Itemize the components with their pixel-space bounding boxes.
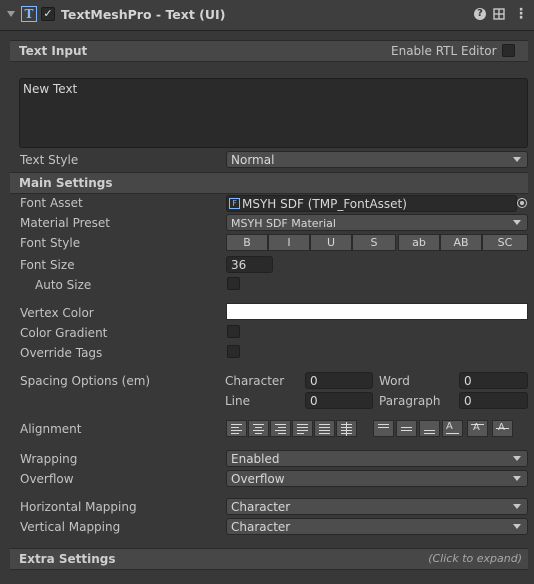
- color-gradient-checkbox[interactable]: [227, 325, 240, 338]
- material-preset-dropdown[interactable]: MSYH SDF Material: [226, 214, 528, 231]
- font-style-label: Font Style: [20, 236, 81, 250]
- chevron-down-icon: [513, 157, 521, 162]
- enabled-checkbox[interactable]: ✓: [41, 7, 55, 21]
- word-spacing-value: 0: [464, 374, 472, 388]
- align-center-button[interactable]: [248, 420, 269, 437]
- color-gradient-label: Color Gradient: [20, 326, 108, 340]
- text-component-icon: T: [21, 6, 37, 22]
- font-style-underline-button[interactable]: U: [310, 234, 352, 251]
- expand-hint: (Click to expand): [428, 552, 522, 565]
- text-style-value: Normal: [231, 153, 275, 167]
- font-asset-value: MSYH SDF (TMP_FontAsset): [242, 197, 407, 211]
- more-options-icon[interactable]: ⋮: [514, 6, 528, 22]
- align-capline-button[interactable]: A: [492, 420, 513, 437]
- chevron-down-icon: [513, 456, 521, 461]
- align-top-button[interactable]: [373, 420, 394, 437]
- line-spacing-value: 0: [310, 394, 318, 408]
- align-left-button[interactable]: [226, 420, 247, 437]
- rtl-editor-label: Enable RTL Editor: [391, 44, 497, 58]
- component-header[interactable]: T ✓ TextMeshPro - Text (UI) ? ⋮: [0, 0, 534, 31]
- auto-size-checkbox[interactable]: [227, 277, 240, 290]
- font-style-smallcaps-button[interactable]: SC: [482, 234, 528, 251]
- line-spacing-label: Line: [225, 394, 251, 408]
- main-settings-section[interactable]: Main Settings: [10, 172, 528, 194]
- wrapping-value: Enabled: [231, 452, 280, 466]
- character-spacing-label: Character: [225, 374, 285, 388]
- font-size-field[interactable]: 36: [226, 256, 273, 273]
- align-geometry-center-button[interactable]: [336, 420, 357, 437]
- horizontal-mapping-label: Horizontal Mapping: [20, 500, 137, 514]
- section-title-text-input: Text Input: [19, 44, 88, 58]
- font-size-value: 36: [231, 258, 247, 272]
- text-style-label: Text Style: [20, 153, 79, 167]
- align-bottom-button[interactable]: [419, 420, 440, 437]
- vertex-color-label: Vertex Color: [20, 306, 94, 320]
- object-picker-icon[interactable]: [517, 198, 527, 208]
- font-asset-icon: F: [229, 198, 240, 209]
- auto-size-label: Auto Size: [35, 278, 92, 292]
- font-style-uppercase-button[interactable]: AB: [440, 234, 482, 251]
- overflow-dropdown[interactable]: Overflow: [226, 470, 528, 487]
- vertical-mapping-value: Character: [231, 520, 291, 534]
- chevron-down-icon: [513, 220, 521, 225]
- chevron-down-icon: [513, 476, 521, 481]
- wrapping-label: Wrapping: [20, 452, 78, 466]
- material-preset-label: Material Preset: [20, 216, 110, 230]
- override-tags-checkbox[interactable]: [227, 345, 240, 358]
- character-spacing-field[interactable]: 0: [305, 372, 373, 389]
- paragraph-spacing-label: Paragraph: [379, 394, 441, 408]
- font-style-lowercase-button[interactable]: ab: [398, 234, 440, 251]
- help-icon[interactable]: ?: [474, 8, 486, 20]
- align-middle-button[interactable]: [396, 420, 417, 437]
- align-justified-button[interactable]: [292, 420, 313, 437]
- foldout-arrow-icon[interactable]: [7, 11, 15, 17]
- alignment-label: Alignment: [20, 422, 82, 436]
- overflow-value: Overflow: [231, 472, 285, 486]
- wrapping-dropdown[interactable]: Enabled: [226, 450, 528, 467]
- font-style-bold-button[interactable]: B: [226, 234, 268, 251]
- section-title-extra-settings: Extra Settings: [19, 552, 116, 566]
- text-style-dropdown[interactable]: Normal: [226, 151, 528, 168]
- font-style-strikethrough-button[interactable]: S: [352, 234, 396, 251]
- vertex-color-swatch[interactable]: [226, 303, 528, 320]
- text-input-value: New Text: [23, 82, 78, 96]
- font-asset-label: Font Asset: [20, 196, 83, 210]
- horizontal-mapping-value: Character: [231, 500, 291, 514]
- font-style-italic-button[interactable]: I: [268, 234, 310, 251]
- paragraph-spacing-field[interactable]: 0: [459, 392, 528, 409]
- rtl-editor-checkbox[interactable]: [502, 44, 515, 57]
- paragraph-spacing-value: 0: [464, 394, 472, 408]
- component-title: TextMeshPro - Text (UI): [61, 7, 226, 22]
- align-flush-button[interactable]: [314, 420, 335, 437]
- preset-icon[interactable]: [493, 8, 505, 20]
- override-tags-label: Override Tags: [20, 346, 103, 360]
- align-baseline-button[interactable]: A: [442, 420, 463, 437]
- vertical-mapping-label: Vertical Mapping: [20, 520, 121, 534]
- font-size-label: Font Size: [20, 258, 75, 272]
- extra-settings-section[interactable]: Extra Settings (Click to expand): [10, 548, 528, 570]
- section-title-main-settings: Main Settings: [19, 176, 113, 190]
- spacing-options-label: Spacing Options (em): [20, 374, 151, 388]
- align-midline-button[interactable]: A: [467, 420, 488, 437]
- text-input-section[interactable]: Text Input Enable RTL Editor: [10, 40, 528, 62]
- horizontal-mapping-dropdown[interactable]: Character: [226, 498, 528, 515]
- material-preset-value: MSYH SDF Material: [231, 217, 336, 230]
- word-spacing-label: Word: [379, 374, 410, 388]
- align-right-button[interactable]: [270, 420, 291, 437]
- word-spacing-field[interactable]: 0: [459, 372, 528, 389]
- chevron-down-icon: [513, 504, 521, 509]
- character-spacing-value: 0: [310, 374, 318, 388]
- font-asset-field[interactable]: F MSYH SDF (TMP_FontAsset): [226, 195, 517, 212]
- chevron-down-icon: [513, 524, 521, 529]
- vertical-mapping-dropdown[interactable]: Character: [226, 518, 528, 535]
- overflow-label: Overflow: [20, 472, 74, 486]
- line-spacing-field[interactable]: 0: [305, 392, 373, 409]
- text-input-area[interactable]: New Text: [19, 78, 528, 148]
